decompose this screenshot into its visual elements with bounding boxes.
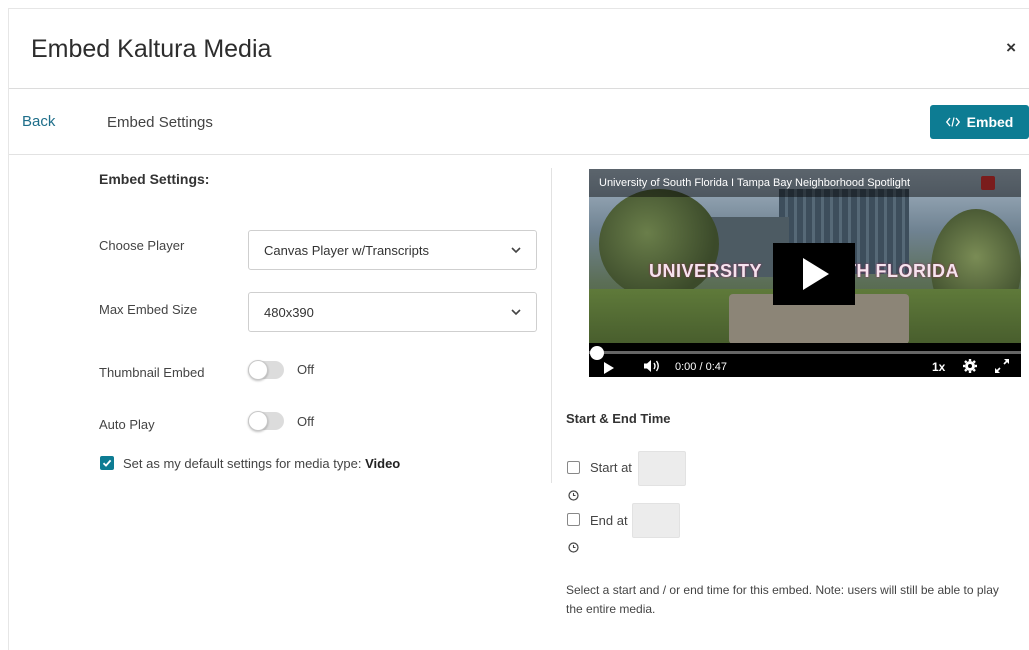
time-display: 0:00 / 0:47	[675, 361, 727, 373]
default-media-type: Video	[365, 456, 401, 471]
fullscreen-icon[interactable]	[994, 358, 1010, 374]
video-player[interactable]: University of South Florida I Tampa Bay …	[589, 169, 1021, 377]
dialog-header: Embed Kaltura Media ×	[9, 9, 1029, 89]
start-end-note: Select a start and / or end time for thi…	[566, 583, 999, 616]
checkmark-icon	[102, 459, 112, 467]
start-at-checkbox[interactable]	[567, 461, 580, 474]
channel-logo-icon	[981, 176, 995, 190]
progress-handle[interactable]	[590, 346, 604, 360]
choose-player-value: Canvas Player w/Transcripts	[264, 243, 429, 258]
video-overlay-text: UNIVERSITY	[649, 261, 763, 281]
playback-speed[interactable]: 1x	[932, 360, 945, 374]
embed-settings-heading: Embed Settings:	[99, 171, 210, 187]
thumbnail-embed-state: Off	[297, 362, 315, 377]
max-embed-size-label: Max Embed Size	[99, 302, 198, 317]
duration: / 0:47	[699, 361, 728, 373]
max-embed-size-select[interactable]: 480x390	[248, 292, 537, 332]
auto-play-state: Off	[297, 414, 315, 429]
auto-play-toggle[interactable]	[248, 411, 284, 431]
choose-player-select[interactable]: Canvas Player w/Transcripts	[248, 230, 537, 270]
toggle-knob	[248, 360, 268, 380]
video-title: University of South Florida I Tampa Bay …	[599, 177, 911, 189]
gear-icon[interactable]	[962, 358, 978, 374]
default-settings-label: Set as my default settings for media typ…	[123, 456, 400, 471]
start-end-heading: Start & End Time	[566, 411, 671, 426]
volume-icon[interactable]	[643, 359, 661, 373]
play-icon	[803, 258, 829, 290]
default-settings-text: Set as my default settings for media typ…	[123, 456, 362, 471]
embed-button[interactable]: Embed	[930, 105, 1029, 139]
thumbnail-embed-label: Thumbnail Embed	[99, 365, 205, 380]
thumbnail-embed-toggle[interactable]	[248, 360, 284, 380]
max-embed-size-value: 480x390	[264, 305, 314, 320]
clock-icon[interactable]	[568, 542, 579, 553]
dialog-title: Embed Kaltura Media	[31, 35, 272, 63]
chevron-down-icon	[511, 309, 521, 316]
default-settings-checkbox[interactable]	[100, 456, 114, 470]
end-at-checkbox[interactable]	[567, 513, 580, 526]
toggle-knob	[248, 411, 268, 431]
video-overlay-text: TH FLORIDA	[845, 261, 959, 281]
clock-icon[interactable]	[568, 490, 579, 501]
video-frame-tree	[599, 189, 719, 299]
nav-title: Embed Settings	[107, 114, 213, 131]
close-icon[interactable]: ×	[1006, 38, 1016, 58]
current-time: 0:00	[675, 361, 697, 373]
end-time-input[interactable]	[632, 503, 680, 538]
embed-button-label: Embed	[966, 114, 1014, 130]
start-at-label: Start at	[590, 460, 632, 475]
auto-play-label: Auto Play	[99, 417, 155, 432]
big-play-button[interactable]	[773, 243, 855, 305]
nav-bar: Back Embed Settings Embed	[9, 91, 1029, 155]
column-divider	[551, 168, 552, 483]
video-title-bar: University of South Florida I Tampa Bay …	[589, 169, 1021, 197]
play-icon[interactable]	[604, 362, 614, 374]
back-link[interactable]: Back	[22, 113, 55, 130]
code-icon	[945, 117, 960, 127]
start-time-input[interactable]	[638, 451, 686, 486]
progress-bar[interactable]	[589, 351, 1021, 354]
choose-player-label: Choose Player	[99, 238, 185, 253]
end-at-label: End at	[590, 513, 628, 528]
chevron-down-icon	[511, 247, 521, 254]
